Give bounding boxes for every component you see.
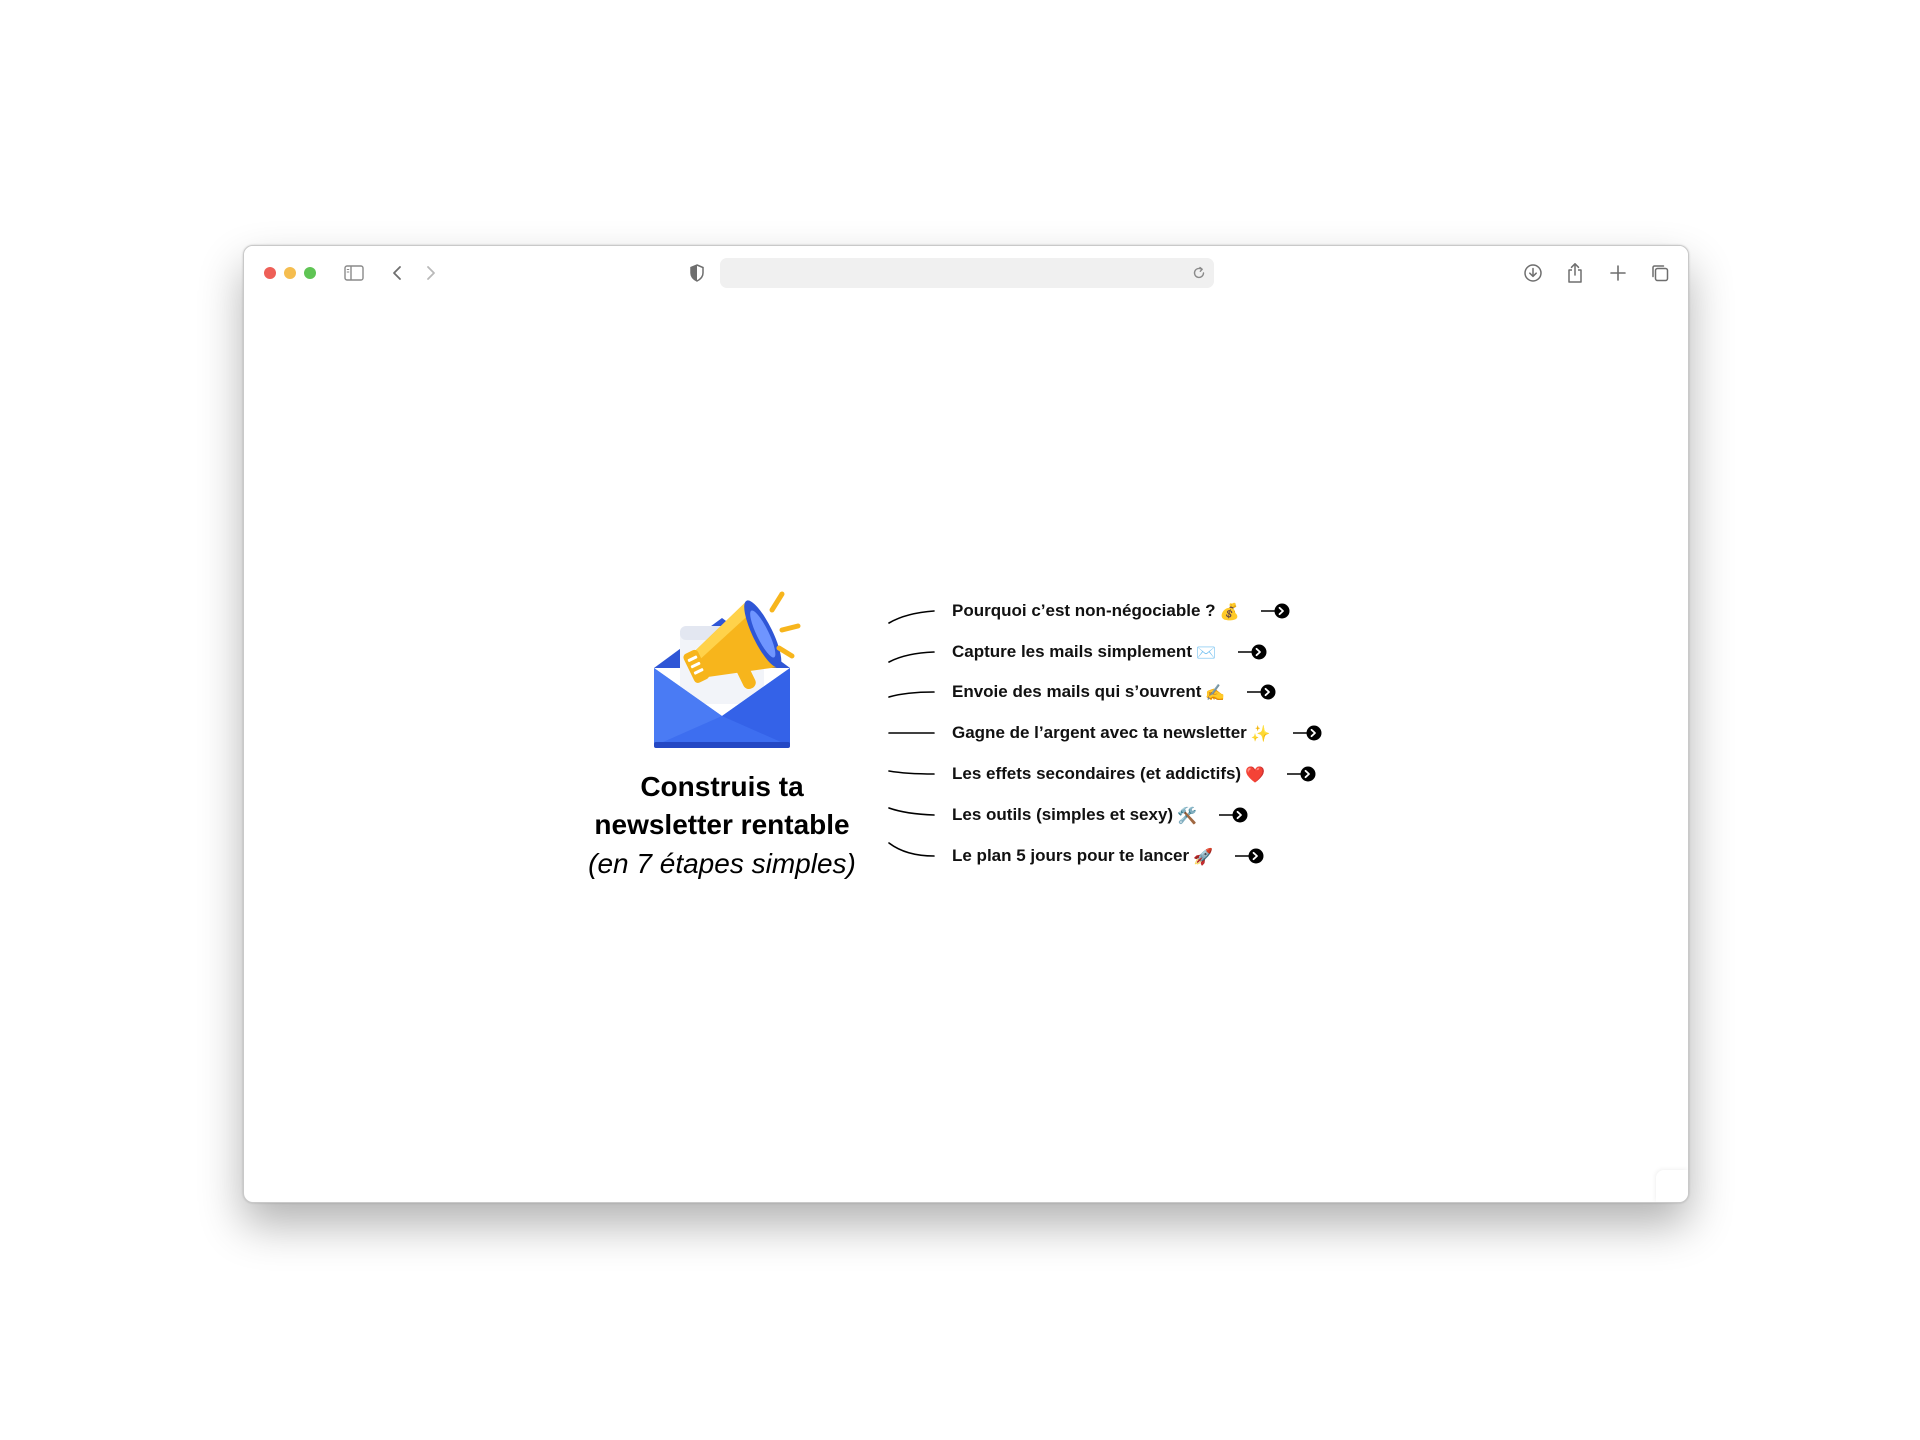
share-icon[interactable]	[1562, 260, 1588, 286]
writing-hand-emoji: ✍️	[1205, 682, 1226, 702]
topic-item-7[interactable]: Le plan 5 jours pour te lancer 🚀	[952, 843, 1265, 869]
tab-overview-icon[interactable]	[1647, 260, 1673, 286]
envelope-megaphone-icon	[642, 588, 802, 748]
address-bar[interactable]	[720, 258, 1214, 288]
page-subtitle: (en 7 étapes simples)	[588, 848, 856, 879]
privacy-shield-icon[interactable]	[684, 260, 710, 286]
page-content: Construis ta newsletter rentable (en 7 é…	[244, 298, 1688, 1202]
envelope-emoji: ✉️	[1195, 642, 1216, 662]
topic-label: Les outils (simples et sexy)	[952, 805, 1174, 824]
rocket-emoji: 🚀	[1193, 846, 1214, 866]
forward-chevron-icon[interactable]	[418, 260, 444, 286]
sidebar-toggle-icon[interactable]	[341, 260, 367, 286]
topic-label: Gagne de l’argent avec ta newsletter	[952, 723, 1247, 742]
new-tab-plus-icon[interactable]	[1605, 260, 1631, 286]
topic-label: Le plan 5 jours pour te lancer	[952, 846, 1190, 865]
zoom-window-button[interactable]	[304, 267, 316, 279]
mindmap-branch-lines	[888, 610, 935, 857]
title-line-2: newsletter rentable	[594, 809, 850, 840]
topic-label: Capture les mails simplement	[952, 642, 1192, 661]
topic-label: Envoie des mails qui s’ouvrent	[952, 682, 1202, 701]
back-chevron-icon[interactable]	[384, 260, 410, 286]
topic-item-3[interactable]: Envoie des mails qui s’ouvrent ✍️	[952, 679, 1277, 705]
tools-emoji: 🛠️	[1177, 805, 1198, 825]
sparkles-emoji: ✨	[1250, 723, 1271, 743]
page-title: Construis ta newsletter rentable (en 7 é…	[564, 768, 880, 884]
topic-label: Les effets secondaires (et addictifs)	[952, 764, 1242, 783]
topic-item-2[interactable]: Capture les mails simplement ✉️	[952, 639, 1268, 665]
topic-item-4[interactable]: Gagne de l’argent avec ta newsletter ✨	[952, 720, 1323, 746]
page-corner-tab	[1656, 1170, 1688, 1202]
arrow-circle-icon[interactable]	[1237, 643, 1268, 661]
close-window-button[interactable]	[264, 267, 276, 279]
topic-item-6[interactable]: Les outils (simples et sexy) 🛠️	[952, 802, 1249, 828]
topic-item-1[interactable]: Pourquoi c’est non-négociable ? 💰	[952, 598, 1291, 624]
browser-window: Construis ta newsletter rentable (en 7 é…	[243, 245, 1689, 1203]
minimize-window-button[interactable]	[284, 267, 296, 279]
arrow-circle-icon[interactable]	[1292, 724, 1323, 742]
money-bag-emoji: 💰	[1219, 601, 1240, 621]
arrow-circle-icon[interactable]	[1235, 847, 1265, 865]
title-line-1: Construis ta	[640, 771, 804, 802]
arrow-circle-icon[interactable]	[1261, 602, 1291, 620]
arrow-circle-icon[interactable]	[1247, 683, 1277, 701]
arrow-circle-icon[interactable]	[1219, 806, 1249, 824]
topic-item-5[interactable]: Les effets secondaires (et addictifs) ❤️	[952, 761, 1317, 787]
heart-emoji: ❤️	[1245, 764, 1266, 784]
topic-label: Pourquoi c’est non-négociable ?	[952, 601, 1216, 620]
arrow-circle-icon[interactable]	[1287, 765, 1317, 783]
download-icon[interactable]	[1520, 260, 1546, 286]
browser-toolbar	[244, 246, 1688, 298]
reload-icon[interactable]	[1190, 264, 1208, 282]
